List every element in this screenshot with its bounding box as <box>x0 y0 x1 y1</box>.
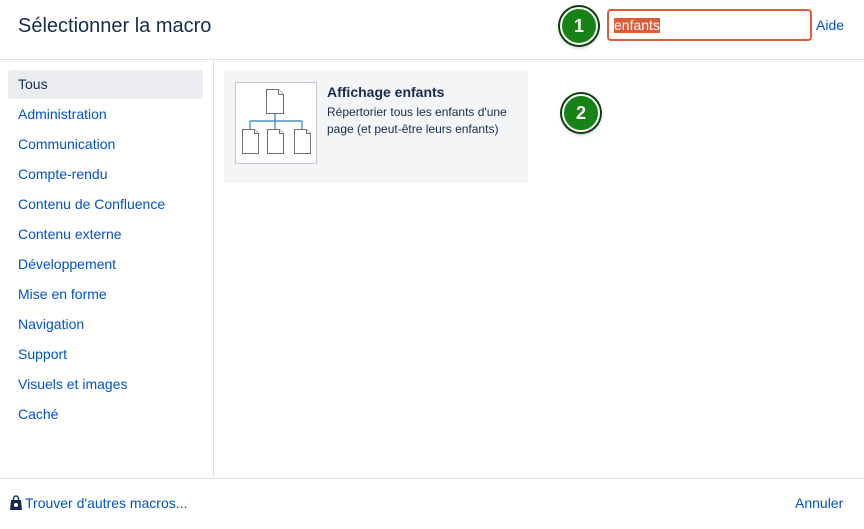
marketplace-bag-icon <box>10 495 22 510</box>
macro-description: Répertorier tous les enfants d'une page … <box>327 105 507 136</box>
find-more-macros-label: Trouver d'autres macros... <box>25 495 188 511</box>
macro-thumbnail <box>235 82 317 164</box>
category-formatting[interactable]: Mise en forme <box>8 280 203 309</box>
help-link[interactable]: Aide <box>816 17 844 33</box>
dialog-footer: Trouver d'autres macros... Annuler <box>0 478 864 529</box>
page-tree-icon <box>242 89 311 154</box>
callout-marker-2: 2 <box>562 94 600 132</box>
find-more-macros-link[interactable]: Trouver d'autres macros... <box>9 495 187 511</box>
category-development[interactable]: Développement <box>8 250 203 279</box>
category-report[interactable]: Compte-rendu <box>8 160 203 189</box>
search-input-value: enfants <box>614 16 660 33</box>
category-all[interactable]: Tous <box>8 70 203 99</box>
category-hidden[interactable]: Caché <box>8 400 203 429</box>
category-communication[interactable]: Communication <box>8 130 203 159</box>
macro-name: Affichage enfants <box>327 84 445 100</box>
callout-marker-1: 1 <box>560 7 598 45</box>
dialog-title: Sélectionner la macro <box>18 15 212 37</box>
category-administration[interactable]: Administration <box>8 100 203 129</box>
category-support[interactable]: Support <box>8 340 203 369</box>
macro-search-input[interactable]: enfants <box>607 9 812 41</box>
category-confluence-content[interactable]: Contenu de Confluence <box>8 190 203 219</box>
category-navigation[interactable]: Navigation <box>8 310 203 339</box>
category-external-content[interactable]: Contenu externe <box>8 220 203 249</box>
dialog-header: Sélectionner la macro enfants Aide <box>0 0 864 60</box>
category-visuals-images[interactable]: Visuels et images <box>8 370 203 399</box>
macro-result-card[interactable]: Affichage enfants Répertorier tous les e… <box>224 71 528 183</box>
cancel-button[interactable]: Annuler <box>795 495 843 511</box>
category-sidebar: Tous Administration Communication Compte… <box>0 60 214 478</box>
